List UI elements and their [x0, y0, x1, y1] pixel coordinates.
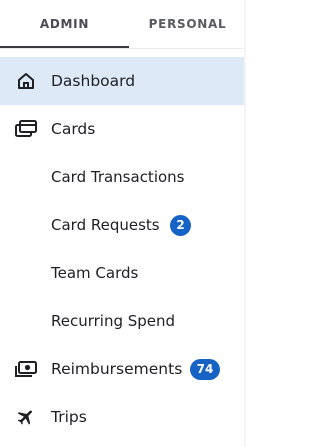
sidebar-item-card-transactions[interactable]: Card Transactions [0, 153, 244, 201]
sidebar-item-team-cards[interactable]: Team Cards [0, 249, 244, 297]
airplane-icon [15, 406, 37, 428]
sidebar-item-label: Dashboard [51, 72, 136, 90]
sidebar-item-cards[interactable]: Cards [0, 105, 244, 153]
tab-personal[interactable]: PERSONAL [129, 0, 246, 48]
sidebar-nav: Dashboard Cards Card Transactions Card R… [0, 57, 244, 441]
sidebar-item-label: Team Cards [51, 264, 139, 282]
sidebar-item-recurring-spend[interactable]: Recurring Spend [0, 297, 244, 345]
sidebar-item-label: Recurring Spend [51, 312, 176, 330]
sidebar-item-reimbursements[interactable]: Reimbursements 74 [0, 345, 244, 393]
tab-admin[interactable]: ADMIN [0, 0, 129, 48]
sidebar-edge [244, 0, 246, 447]
home-icon [15, 70, 37, 92]
sidebar-panel: ADMIN PERSONAL Dashboard Cards Card Tran… [0, 0, 246, 447]
cards-icon [15, 118, 37, 140]
sidebar-item-dashboard[interactable]: Dashboard [0, 57, 244, 105]
sidebar-item-label: Cards [51, 120, 96, 138]
sidebar-item-label: Reimbursements [51, 360, 183, 378]
card-requests-count-badge: 2 [170, 215, 191, 236]
role-tabs: ADMIN PERSONAL [0, 0, 246, 48]
sidebar-item-label: Card Transactions [51, 168, 185, 186]
tabs-divider [0, 48, 246, 49]
sidebar-item-card-requests[interactable]: Card Requests 2 [0, 201, 244, 249]
sidebar-item-label: Trips [51, 408, 87, 426]
sidebar-item-trips[interactable]: Trips [0, 393, 244, 441]
sidebar-item-label: Card Requests [51, 216, 160, 234]
reimbursements-count-badge: 74 [190, 359, 220, 380]
cash-icon [15, 358, 37, 380]
